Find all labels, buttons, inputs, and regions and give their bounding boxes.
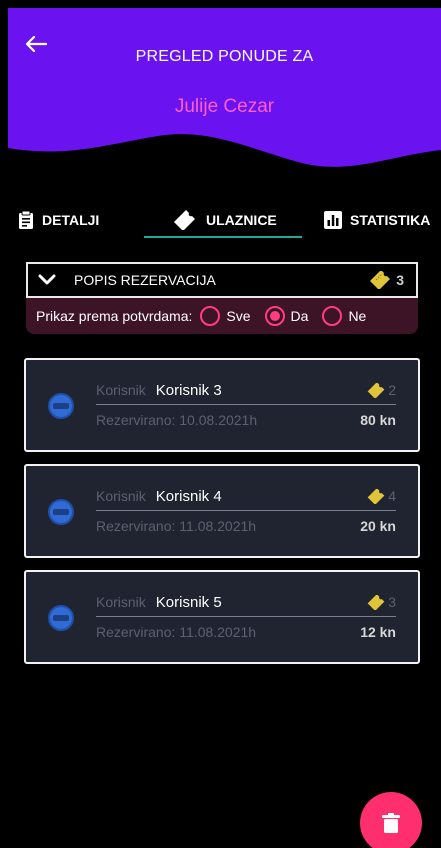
avatar bbox=[48, 393, 74, 419]
filter-option-all-label: Sve bbox=[226, 308, 251, 324]
bar-chart-icon bbox=[324, 211, 342, 229]
ticket-count: 2 bbox=[366, 382, 396, 398]
reservations-header[interactable]: POPIS REZERVACIJA 3 bbox=[26, 262, 418, 298]
tab-tickets[interactable]: ULAZNICE bbox=[172, 200, 277, 240]
price: 80 kn bbox=[360, 412, 396, 428]
user-name: Korisnik 4 bbox=[155, 488, 222, 505]
ticket-icon bbox=[370, 271, 391, 289]
ticket-icon bbox=[367, 382, 385, 398]
avatar bbox=[48, 499, 74, 525]
radio-unselected bbox=[322, 306, 343, 326]
screen: PREGLED PONUDE ZA Julije Cezar DETALJI U… bbox=[8, 8, 441, 848]
filter-option-no[interactable]: Ne bbox=[322, 306, 366, 326]
reserved-date: 10.08.2021h bbox=[179, 412, 258, 428]
clipboard-icon bbox=[19, 210, 33, 229]
ticket-count-value: 2 bbox=[388, 382, 396, 398]
user-label: Korisnik bbox=[96, 382, 146, 398]
tab-details-label: DETALJI bbox=[42, 212, 100, 228]
delete-button[interactable] bbox=[360, 792, 422, 848]
ticket-count: 3 bbox=[366, 594, 396, 610]
user-name: Korisnik 3 bbox=[155, 382, 222, 399]
radio-unselected bbox=[200, 306, 221, 326]
user-label: Korisnik bbox=[96, 488, 146, 504]
divider bbox=[96, 404, 396, 405]
reservations-panel: POPIS REZERVACIJA 3 Prikaz prema potvrda… bbox=[26, 262, 418, 334]
tab-bar: DETALJI ULAZNICE STATISTIKA bbox=[8, 200, 441, 250]
filter-option-no-label: Ne bbox=[348, 308, 367, 324]
offer-name: Julije Cezar bbox=[174, 96, 275, 117]
tab-details[interactable]: DETALJI bbox=[18, 200, 99, 240]
avatar bbox=[48, 605, 74, 631]
reservation-list: Korisnik Korisnik 3 Rezervirano: 10.08.2… bbox=[24, 358, 420, 676]
filter-option-yes-label: Da bbox=[290, 308, 309, 324]
active-tab-indicator bbox=[144, 236, 302, 238]
price: 20 kn bbox=[360, 518, 396, 534]
ticket-icon bbox=[174, 210, 195, 230]
reserved-label: Rezervirano: bbox=[96, 412, 176, 428]
ticket-icon bbox=[367, 488, 385, 504]
radio-selected bbox=[264, 306, 285, 326]
ticket-count-value: 3 bbox=[388, 594, 396, 610]
filter-option-all[interactable]: Sve bbox=[200, 306, 251, 326]
filter-label: Prikaz prema potvrdama: bbox=[36, 308, 193, 324]
reservation-card[interactable]: Korisnik Korisnik 4 Rezervirano: 11.08.2… bbox=[24, 464, 420, 558]
reservation-card[interactable]: Korisnik Korisnik 3 Rezervirano: 10.08.2… bbox=[24, 358, 420, 452]
reserved-date: 11.08.2021h bbox=[179, 518, 257, 534]
reservation-card[interactable]: Korisnik Korisnik 5 Rezervirano: 11.08.2… bbox=[24, 570, 420, 664]
ticket-count-value: 4 bbox=[388, 488, 396, 504]
reservations-title: POPIS REZERVACIJA bbox=[74, 272, 216, 288]
confirmation-filter: Prikaz prema potvrdama: Sve Da Ne bbox=[26, 298, 418, 334]
tab-statistics-label: STATISTIKA bbox=[350, 212, 431, 228]
divider bbox=[96, 616, 396, 617]
trash-icon bbox=[382, 813, 400, 833]
page-title: PREGLED PONUDE ZA bbox=[135, 48, 314, 65]
filter-option-yes[interactable]: Da bbox=[264, 306, 309, 326]
ticket-count: 4 bbox=[366, 488, 396, 504]
user-name: Korisnik 5 bbox=[155, 594, 222, 611]
reserved-label: Rezervirano: bbox=[96, 624, 176, 640]
tab-tickets-label: ULAZNICE bbox=[206, 212, 277, 228]
ticket-icon bbox=[367, 594, 385, 610]
reserved-date: 11.08.2021h bbox=[179, 624, 257, 640]
reservations-count: 3 bbox=[368, 271, 404, 289]
divider bbox=[96, 510, 396, 511]
user-label: Korisnik bbox=[96, 594, 146, 610]
tab-statistics[interactable]: STATISTIKA bbox=[324, 200, 430, 240]
reservations-count-value: 3 bbox=[396, 272, 404, 288]
price: 12 kn bbox=[360, 624, 396, 640]
reserved-label: Rezervirano: bbox=[96, 518, 176, 534]
chevron-down-icon bbox=[38, 274, 56, 285]
